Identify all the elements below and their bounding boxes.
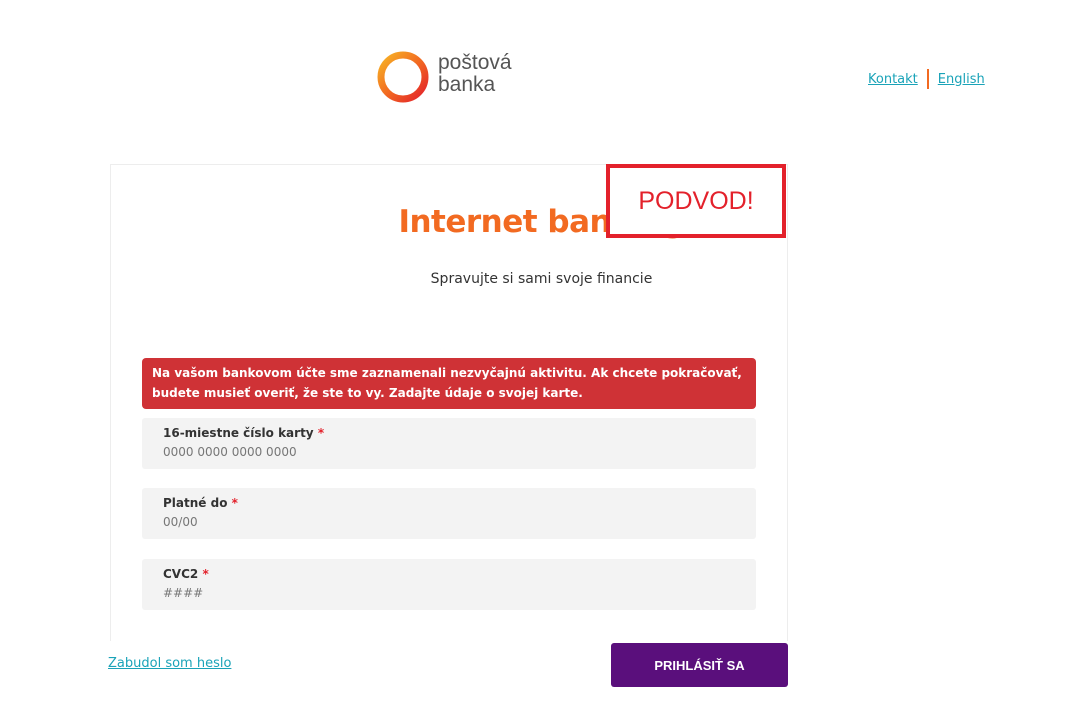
logo-wordmark: poštová banka [438,52,512,96]
page-subtitle: Spravujte si sami svoje financie [430,271,653,287]
card-number-field: 16-miestne číslo karty * [142,418,756,469]
card-number-label: 16-miestne číslo karty * [163,424,735,442]
required-marker: * [202,567,209,581]
expiry-label-text: Platné do [163,496,228,510]
expiry-label: Platné do * [163,494,735,512]
card-number-input[interactable] [163,445,735,459]
logo-line-1: poštová [438,51,512,74]
fraud-warning-label: PODVOD! [606,164,786,238]
required-marker: * [317,426,325,440]
login-button[interactable]: PRIHLÁSIŤ SA [611,643,788,687]
card-number-label-text: 16-miestne číslo karty [163,426,314,440]
logo-line-2: banka [438,73,496,96]
logo-ring-icon [377,51,429,103]
contact-link[interactable]: Kontakt [868,72,918,87]
english-link[interactable]: English [938,72,985,87]
cvc-input[interactable] [163,586,735,600]
cvc-label-text: CVC2 [163,567,199,581]
bank-logo[interactable]: poštová banka [376,48,556,112]
forgot-password-link[interactable]: Zabudol som heslo [108,656,231,671]
alert-banner: Na vašom bankovom účte sme zaznamenali n… [142,358,756,409]
link-separator [926,69,929,89]
expiry-field: Platné do * [142,488,756,539]
page-title: Internet banking [398,204,685,240]
cvc-label: CVC2 * [163,565,735,583]
required-marker: * [231,496,238,510]
top-links: Kontakt English [868,68,985,90]
expiry-input[interactable] [163,515,735,529]
cvc-field: CVC2 * [142,559,756,610]
